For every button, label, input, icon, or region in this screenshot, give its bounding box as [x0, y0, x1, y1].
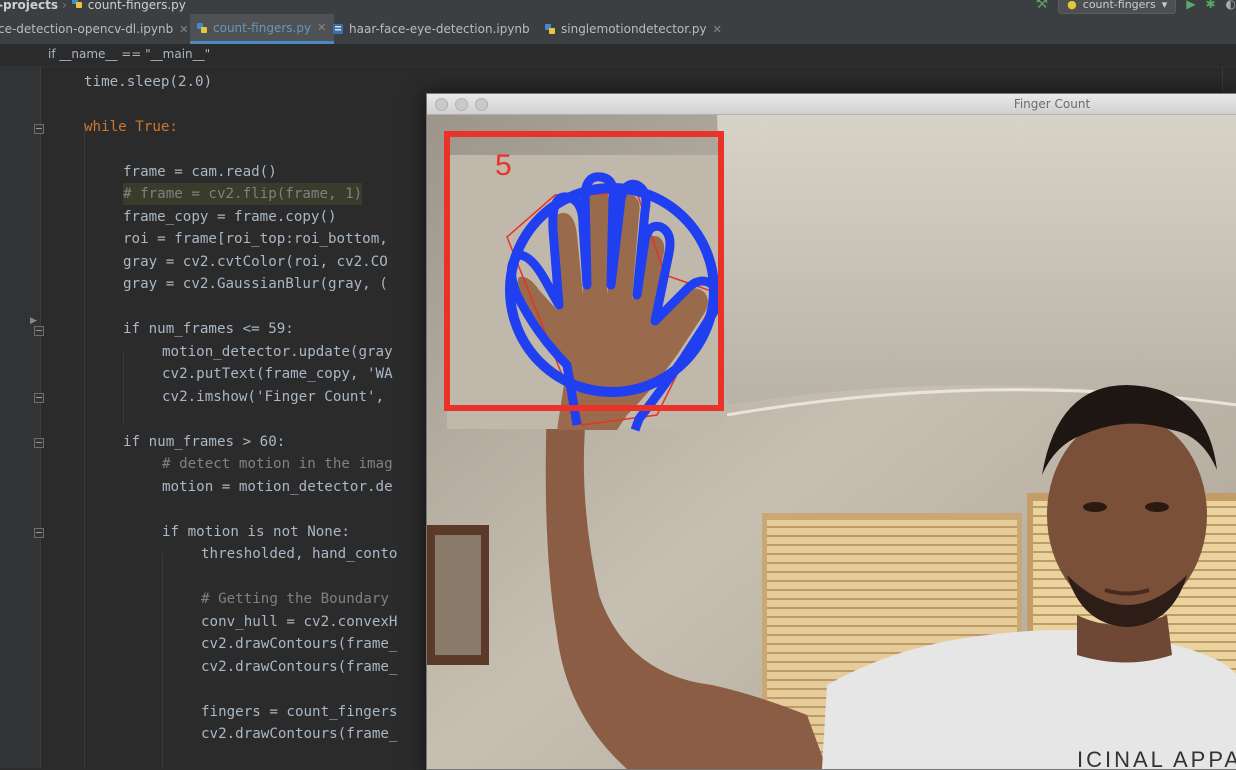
left-eye [1083, 502, 1107, 512]
code-line: time.sleep(2.0) [84, 74, 213, 90]
code-breadcrumb[interactable]: if __name__ == "__main__" [0, 44, 1236, 67]
code-line: fingers = count_fingers [201, 704, 398, 720]
camera-frame: ICINAL APPAR 5 [427, 115, 1236, 769]
ceiling [717, 115, 1236, 405]
toolbar-right: ⚒ ● count-fingers ▾ ▶ ✱ ◐ [1036, 0, 1236, 14]
code-line: cv2.drawContours(frame_ [201, 659, 398, 675]
python-file-icon [196, 22, 208, 34]
run-play-icon[interactable]: ▶ [1186, 0, 1195, 11]
code-line: motion = motion_detector.de [162, 479, 393, 495]
code-line: roi = frame[roi_top:roi_bottom, [123, 231, 388, 247]
code-line-comment: # frame = cv2.flip(frame, 1) [123, 183, 363, 205]
project-name[interactable]: -projects [0, 0, 58, 12]
code-line: gray = cv2.cvtColor(roi, cv2.CO [123, 254, 388, 270]
python-run-icon: ● [1067, 0, 1077, 11]
breadcrumb-scope[interactable]: if __name__ == "__main__" [48, 47, 210, 61]
tab-singlemotiondetector[interactable]: singlemotiondetector.py ✕ [544, 14, 722, 44]
right-eye [1145, 502, 1169, 512]
tab-face-detection[interactable]: ce-detection-opencv-dl.ipynb ✕ [0, 14, 188, 44]
project-breadcrumb: -projects › count-fingers.py [0, 0, 186, 12]
close-icon[interactable]: ✕ [317, 21, 326, 34]
current-file-crumb[interactable]: count-fingers.py [88, 0, 186, 12]
code-editor[interactable]: time.sleep(2.0) while True: frame = cam.… [40, 66, 440, 768]
python-file-icon [71, 0, 83, 9]
title-bar: -projects › count-fingers.py ⚒ ● count-fi… [0, 0, 1236, 14]
webcam-scene: ICINAL APPAR 5 [427, 115, 1236, 769]
code-line: cv2.drawContours(frame_ [201, 726, 398, 742]
indent-guide [123, 352, 124, 424]
tab-label: count-fingers.py [213, 20, 312, 35]
chevron-down-icon: ▾ [1161, 0, 1168, 11]
run-config-label: count-fingers [1082, 0, 1156, 11]
indent-guide [84, 126, 85, 768]
code-line: if motion is not None: [162, 524, 350, 540]
code-line: cv2.drawContours(frame_ [201, 636, 398, 652]
code-line: frame_copy = frame.copy() [123, 209, 337, 225]
code-line: frame = cam.read() [123, 164, 277, 180]
tab-label: haar-face-eye-detection.ipynb [349, 22, 530, 36]
shirt-print: ICINAL APPAR [1077, 747, 1236, 769]
code-line: conv_hull = cv2.convexH [201, 614, 398, 630]
editor-gutter[interactable]: ▶ [0, 66, 44, 768]
finger-count-label: 5 [495, 149, 512, 182]
tab-label: singlemotiondetector.py [561, 22, 707, 36]
code-line-comment: # Getting the Boundary [201, 591, 389, 607]
wall-picture-inner [435, 535, 481, 655]
code-line: gray = cv2.GaussianBlur(gray, ( [123, 276, 388, 292]
notebook-file-icon [332, 23, 344, 35]
code-line: motion_detector.update(gray [162, 344, 393, 360]
close-icon[interactable]: ✕ [179, 23, 188, 36]
build-hammer-icon[interactable]: ⚒ [1036, 0, 1049, 12]
code-line: if num_frames > 60: [123, 434, 286, 450]
breakpoint-arrow-icon: ▶ [30, 316, 37, 326]
window-titlebar[interactable]: Finger Count [427, 94, 1236, 115]
tab-haar-face-eye[interactable]: haar-face-eye-detection.ipynb [332, 14, 530, 44]
finger-count-window[interactable]: Finger Count ICINAL APPA 5 [426, 93, 1236, 770]
editor-tabs: ce-detection-opencv-dl.ipynb ✕ count-fin… [0, 14, 1236, 45]
code-line: cv2.putText(frame_copy, 'WA [162, 366, 393, 382]
debug-bug-icon[interactable]: ✱ [1205, 0, 1215, 11]
window-title: Finger Count [1013, 97, 1091, 111]
code-line: thresholded, hand_conto [201, 546, 398, 562]
tab-label: ce-detection-opencv-dl.ipynb [0, 22, 174, 36]
code-line: while True: [84, 119, 178, 135]
python-file-icon [544, 23, 556, 35]
run-configuration-select[interactable]: ● count-fingers ▾ [1058, 0, 1177, 14]
code-line: if num_frames <= 59: [123, 321, 294, 337]
close-icon[interactable]: ✕ [713, 23, 722, 36]
code-line-comment: # detect motion in the imag [162, 456, 393, 472]
tab-count-fingers[interactable]: count-fingers.py ✕ [190, 14, 335, 44]
indent-guide [162, 554, 163, 768]
more-icon[interactable]: ◐ [1226, 0, 1236, 11]
code-line: cv2.imshow('Finger Count', [162, 389, 385, 405]
